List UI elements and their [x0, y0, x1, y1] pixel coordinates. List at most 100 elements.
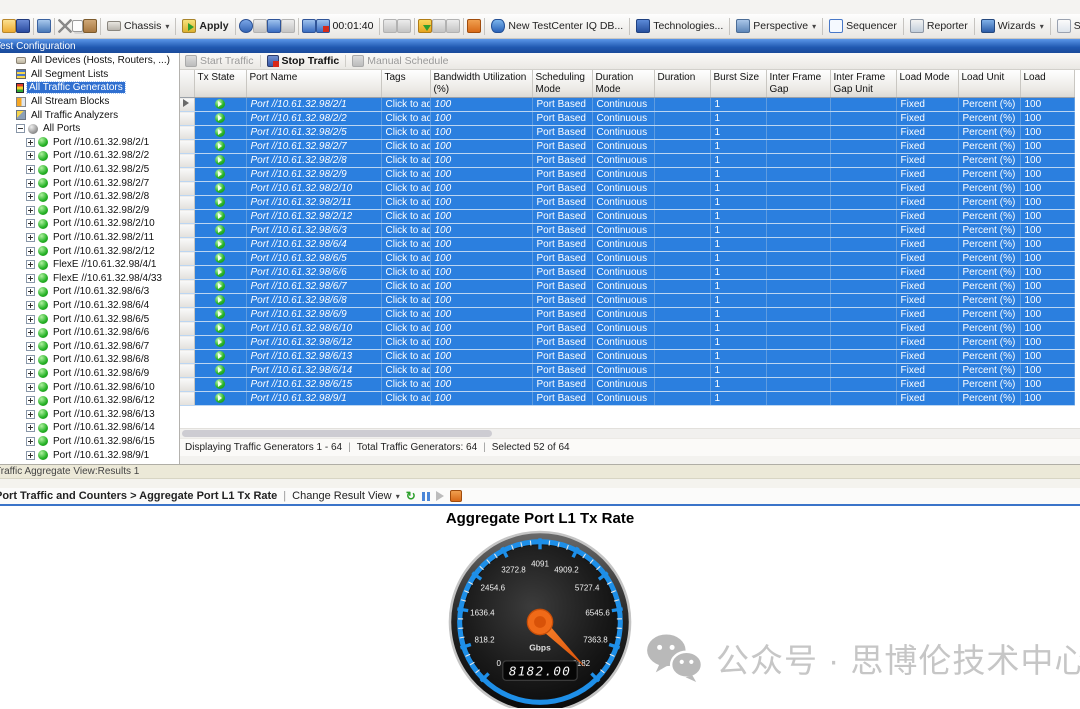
iq-db-button[interactable]: New TestCenter IQ DB... — [488, 18, 626, 34]
tags-cell[interactable]: Click to ad... — [381, 182, 430, 196]
tree-expander-icon[interactable] — [26, 423, 35, 432]
tree-item[interactable]: All Segment Lists — [0, 68, 179, 82]
row-selector[interactable] — [180, 322, 194, 336]
tree-expander-icon[interactable] — [26, 410, 35, 419]
table-row[interactable]: Port //10.61.32.98/2/12Click to ad...100… — [180, 210, 1074, 224]
tree-expander-icon[interactable] — [26, 355, 35, 364]
summary-button[interactable]: Summary... — [1054, 18, 1080, 34]
row-selector[interactable] — [180, 336, 194, 350]
tree-item[interactable]: Port //10.61.32.98/6/14 — [0, 421, 179, 435]
tree-expander-icon[interactable] — [26, 206, 35, 215]
stop-traffic-button[interactable]: Stop Traffic — [267, 55, 340, 67]
column-header[interactable]: Port Name — [246, 70, 381, 98]
export-image-icon[interactable] — [37, 19, 51, 33]
tags-cell[interactable]: Click to ad... — [381, 196, 430, 210]
column-header[interactable]: Bandwidth Utilization (%) — [430, 70, 532, 98]
table-row[interactable]: Port //10.61.32.98/6/15Click to ad...100… — [180, 378, 1074, 392]
tree-item[interactable]: Port //10.61.32.98/6/4 — [0, 299, 179, 313]
apply-button[interactable]: Apply — [179, 18, 231, 34]
tags-cell[interactable]: Click to ad... — [381, 224, 430, 238]
table-row[interactable]: Port //10.61.32.98/6/13Click to ad...100… — [180, 350, 1074, 364]
tree-item[interactable]: Port //10.61.32.98/6/7 — [0, 339, 179, 353]
tree-item[interactable]: Port //10.61.32.98/6/12 — [0, 394, 179, 408]
tree-expander-icon[interactable] — [26, 274, 35, 283]
perspective-button[interactable]: Perspective▾ — [733, 18, 819, 34]
tree-item[interactable]: Port //10.61.32.98/6/13 — [0, 407, 179, 421]
results-tab-label[interactable]: Traffic Aggregate View:Results 1 — [0, 466, 139, 477]
table-row[interactable]: Port //10.61.32.98/2/9Click to ad...100P… — [180, 168, 1074, 182]
tags-cell[interactable]: Click to ad... — [381, 210, 430, 224]
tree-item[interactable]: Port //10.61.32.98/2/10 — [0, 217, 179, 231]
row-selector[interactable] — [180, 294, 194, 308]
row-selector[interactable] — [180, 392, 194, 406]
tags-cell[interactable]: Click to ad... — [381, 280, 430, 294]
stop-capture-icon[interactable] — [397, 19, 411, 33]
tree-expander-icon[interactable] — [26, 328, 35, 337]
tree-expander-icon[interactable] — [26, 383, 35, 392]
tags-cell[interactable]: Click to ad... — [381, 266, 430, 280]
chassis-button[interactable]: Chassis▾ — [104, 19, 172, 33]
tree-expander-icon[interactable] — [26, 138, 35, 147]
tree-item[interactable]: All Stream Blocks — [0, 95, 179, 109]
table-row[interactable]: Port //10.61.32.98/2/11Click to ad...100… — [180, 196, 1074, 210]
start-traffic-button[interactable]: Start Traffic — [185, 55, 254, 67]
tree-expander-icon[interactable] — [26, 396, 35, 405]
row-selector[interactable] — [180, 252, 194, 266]
table-row[interactable]: Port //10.61.32.98/6/10Click to ad...100… — [180, 322, 1074, 336]
tree-expander-icon[interactable] — [16, 124, 25, 133]
table-row[interactable]: Port //10.61.32.98/6/12Click to ad...100… — [180, 336, 1074, 350]
tree-expander-icon[interactable] — [26, 165, 35, 174]
table-row[interactable]: Port //10.61.32.98/6/9Click to ad...100P… — [180, 308, 1074, 322]
column-header[interactable]: Load Unit — [958, 70, 1020, 98]
table-row[interactable]: Port //10.61.32.98/6/8Click to ad...100P… — [180, 294, 1074, 308]
row-selector[interactable] — [180, 98, 194, 112]
change-result-view-button[interactable]: Change Result View ▾ — [292, 490, 400, 502]
tree-item[interactable]: Port //10.61.32.98/2/1 — [0, 136, 179, 150]
column-header[interactable]: Load — [1020, 70, 1074, 98]
row-selector[interactable] — [180, 280, 194, 294]
tree-item[interactable]: Port //10.61.32.98/6/10 — [0, 380, 179, 394]
row-selector[interactable] — [180, 364, 194, 378]
tree-expander-icon[interactable] — [26, 315, 35, 324]
tags-cell[interactable]: Click to ad... — [381, 126, 430, 140]
table-row[interactable]: Port //10.61.32.98/6/4Click to ad...100P… — [180, 238, 1074, 252]
tags-cell[interactable]: Click to ad... — [381, 322, 430, 336]
tree-expander-icon[interactable] — [26, 260, 35, 269]
stop-arp-icon[interactable] — [432, 19, 446, 33]
column-header[interactable]: Inter Frame Gap Unit — [830, 70, 896, 98]
paste-icon[interactable] — [83, 19, 97, 33]
table-row[interactable]: Port //10.61.32.98/2/2Click to ad...100P… — [180, 112, 1074, 126]
tree-item[interactable]: Port //10.61.32.98/2/2 — [0, 149, 179, 163]
pause-icon[interactable] — [422, 492, 430, 501]
tree-item[interactable]: Port //10.61.32.98/2/5 — [0, 163, 179, 177]
event-log-icon[interactable] — [467, 19, 481, 33]
tree-expander-icon[interactable] — [26, 301, 35, 310]
row-selector[interactable] — [180, 196, 194, 210]
log-icon[interactable] — [450, 490, 462, 502]
table-row[interactable]: Port //10.61.32.98/2/1Click to ad...100P… — [180, 98, 1074, 112]
sequencer-button[interactable]: Sequencer — [826, 18, 900, 34]
scrollbar-thumb[interactable] — [182, 430, 492, 437]
table-row[interactable]: Port //10.61.32.98/9/1Click to ad...100P… — [180, 392, 1074, 406]
tags-cell[interactable]: Click to ad... — [381, 350, 430, 364]
tree-item[interactable]: Port //10.61.32.98/6/5 — [0, 312, 179, 326]
tags-cell[interactable]: Click to ad... — [381, 364, 430, 378]
row-selector[interactable] — [180, 182, 194, 196]
technologies-button[interactable]: Technologies... — [633, 18, 726, 34]
row-selector[interactable] — [180, 350, 194, 364]
table-row[interactable]: Port //10.61.32.98/6/14Click to ad...100… — [180, 364, 1074, 378]
wizards-button[interactable]: Wizards▾ — [978, 18, 1047, 34]
row-selector[interactable] — [180, 210, 194, 224]
tree-expander-icon[interactable] — [26, 451, 35, 460]
tree-expander-icon[interactable] — [26, 179, 35, 188]
stop-traffic-all-icon[interactable] — [316, 19, 330, 33]
connect-icon[interactable] — [239, 19, 253, 33]
tree-item[interactable]: Port //10.61.32.98/6/15 — [0, 435, 179, 449]
row-selector[interactable] — [180, 378, 194, 392]
tags-cell[interactable]: Click to ad... — [381, 140, 430, 154]
row-selector[interactable] — [180, 126, 194, 140]
tree-expander-icon[interactable] — [26, 369, 35, 378]
column-header[interactable]: Inter Frame Gap — [766, 70, 830, 98]
tree-item[interactable]: FlexE //10.61.32.98/4/33 — [0, 272, 179, 286]
table-row[interactable]: Port //10.61.32.98/2/5Click to ad...100P… — [180, 126, 1074, 140]
